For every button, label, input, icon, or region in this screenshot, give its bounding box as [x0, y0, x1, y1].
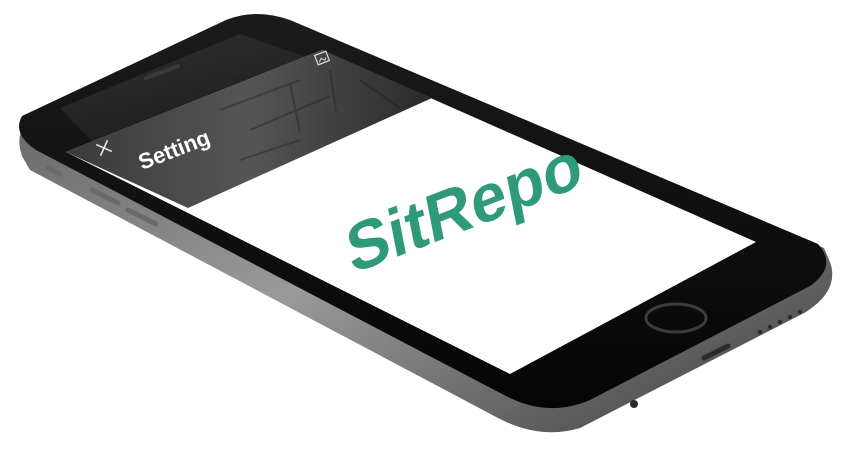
- home-button[interactable]: [644, 302, 708, 334]
- device-mockup: Setting SitRepo: [0, 0, 848, 460]
- phone-illustration: Setting SitRepo: [19, 14, 833, 433]
- headphone-jack: [630, 400, 638, 408]
